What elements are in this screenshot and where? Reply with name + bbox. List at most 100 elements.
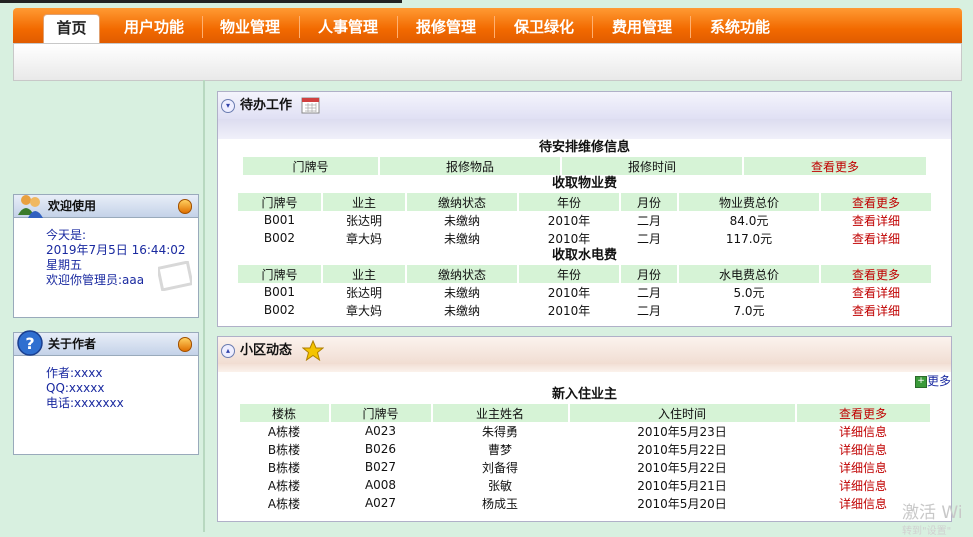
top-line <box>0 0 402 3</box>
col-header: 门牌号 <box>330 404 431 422</box>
detail-info-link[interactable]: 详细信息 <box>797 476 930 494</box>
nav-separator <box>592 16 593 38</box>
todo-panel-title: 待办工作 <box>240 98 293 113</box>
tab-home[interactable]: 首页 <box>43 14 100 45</box>
cell: 二月 <box>636 231 661 246</box>
activation-watermark: 激活 Wi <box>902 503 963 523</box>
cell: 未缴纳 <box>443 231 480 246</box>
cell: 张敏 <box>487 478 512 493</box>
cell: 84.0元 <box>729 213 769 228</box>
detail-info-link[interactable]: 详细信息 <box>797 440 930 458</box>
more-link-label: 更多 <box>926 374 951 388</box>
more-link[interactable]: + 更多 <box>914 372 951 389</box>
col-header: 业主 <box>323 265 405 283</box>
cell: A023 <box>364 424 397 438</box>
author-box-body: 作者:xxxx QQ:xxxxx 电话:xxxxxxx <box>14 356 198 411</box>
cell: 2010年5月22日 <box>637 442 727 457</box>
author-name: 作者:xxxx <box>46 366 103 380</box>
cell: 7.0元 <box>733 303 765 318</box>
cell: 未缴纳 <box>443 285 480 300</box>
col-header: 报修物品 <box>380 157 560 175</box>
repair-table: 门牌号 报修物品 报修时间 查看更多 <box>241 157 928 175</box>
cell: 张达明 <box>345 285 382 300</box>
view-more-link[interactable]: 查看更多 <box>821 193 931 211</box>
cell: 刘备得 <box>481 460 518 475</box>
todo-panel: ▾ 待办工作 待安排维修信息 门牌号 报修物品 报修时间 查看更多 收取物业费 … <box>217 91 952 327</box>
cell: B027 <box>364 460 397 474</box>
welcome-box-title: 欢迎使用 <box>48 199 97 213</box>
cell: B001 <box>263 285 296 299</box>
news-panel-header: ▴ 小区动态 <box>218 337 951 364</box>
cell: A栋楼 <box>267 424 301 439</box>
sub-toolbar <box>13 43 962 81</box>
collapse-chevron-icon[interactable]: ▴ <box>221 344 235 358</box>
cell: A027 <box>364 496 397 510</box>
view-detail-link[interactable]: 查看详细 <box>821 211 931 229</box>
cell: 5.0元 <box>733 285 765 300</box>
author-box: ? 关于作者 作者:xxxx QQ:xxxxx 电话:xxxxxxx <box>13 330 199 455</box>
nav-separator <box>299 16 300 38</box>
cell: 2010年5月23日 <box>637 424 727 439</box>
view-detail-link[interactable]: 查看详细 <box>821 229 931 247</box>
author-box-title: 关于作者 <box>48 337 97 351</box>
cell: 章大妈 <box>345 231 382 246</box>
nav-separator <box>397 16 398 38</box>
property-fee-table: 门牌号 业主 缴纳状态 年份 月份 物业费总价 查看更多 B001 张达明 未缴… <box>236 193 933 247</box>
tab-fee-management[interactable]: 费用管理 <box>601 14 683 40</box>
author-qq: QQ:xxxxx <box>46 381 105 395</box>
col-header: 门牌号 <box>243 157 378 175</box>
cell: 未缴纳 <box>443 213 480 228</box>
cell: 未缴纳 <box>443 303 480 318</box>
view-detail-link[interactable]: 查看详细 <box>821 283 931 301</box>
cell: 曹梦 <box>487 442 512 457</box>
cell: 2010年 <box>547 231 591 246</box>
collapse-toggle-icon[interactable] <box>178 337 192 352</box>
cell: 2010年5月20日 <box>637 496 727 511</box>
cell: 2010年5月22日 <box>637 460 727 475</box>
tab-hr-management[interactable]: 人事管理 <box>307 14 389 40</box>
col-header: 业主 <box>323 193 405 211</box>
col-header: 入住时间 <box>569 404 795 422</box>
cell: 117.0元 <box>725 231 773 246</box>
view-more-link[interactable]: 查看更多 <box>796 404 930 422</box>
collapse-toggle-icon[interactable] <box>178 199 192 214</box>
table-row: A栋楼 A023 朱得勇 2010年5月23日 详细信息 <box>240 422 930 440</box>
tab-repair-management[interactable]: 报修管理 <box>405 14 487 40</box>
main-nav: 首页 用户功能 物业管理 人事管理 报修管理 保卫绿化 费用管理 系统功能 <box>13 8 962 45</box>
activation-watermark-sub: 转到"设置" <box>902 526 952 537</box>
calendar-icon <box>301 97 320 114</box>
table-row: A栋楼 A008 张敏 2010年5月21日 详细信息 <box>240 476 930 494</box>
cell: 章大妈 <box>345 303 382 318</box>
cell: A栋楼 <box>267 478 301 493</box>
tab-system-functions[interactable]: 系统功能 <box>699 14 781 40</box>
view-more-link[interactable]: 查看更多 <box>744 157 926 175</box>
view-detail-link[interactable]: 查看详细 <box>821 301 931 319</box>
col-header: 门牌号 <box>238 193 321 211</box>
cell: 2010年5月21日 <box>637 478 727 493</box>
table-row: A栋楼 A027 杨成玉 2010年5月20日 详细信息 <box>240 494 930 512</box>
cell: 杨成玉 <box>481 496 518 511</box>
utility-fee-table: 门牌号 业主 缴纳状态 年份 月份 水电费总价 查看更多 B001 张达明 未缴… <box>236 265 933 319</box>
star-icon <box>302 340 324 361</box>
tab-property-management[interactable]: 物业管理 <box>209 14 291 40</box>
cell: 张达明 <box>345 213 382 228</box>
cell: 2010年 <box>547 303 591 318</box>
tab-user-functions[interactable]: 用户功能 <box>113 14 195 40</box>
col-header: 年份 <box>519 193 619 211</box>
col-header: 月份 <box>621 193 677 211</box>
detail-info-link[interactable]: 详细信息 <box>797 458 930 476</box>
detail-info-link[interactable]: 详细信息 <box>797 422 930 440</box>
utility-fee-caption: 收取水电费 <box>551 248 617 263</box>
table-row: B002 章大妈 未缴纳 2010年 二月 7.0元 查看详细 <box>238 301 931 319</box>
view-more-link[interactable]: 查看更多 <box>821 265 931 283</box>
col-header: 缴纳状态 <box>407 193 517 211</box>
todo-panel-stripe <box>218 119 951 139</box>
film-icon <box>158 261 192 291</box>
property-fee-caption: 收取物业费 <box>551 176 617 191</box>
tab-security-greening[interactable]: 保卫绿化 <box>503 14 585 40</box>
todo-panel-header: ▾ 待办工作 <box>218 92 951 119</box>
collapse-chevron-icon[interactable]: ▾ <box>221 99 235 113</box>
cell: B001 <box>263 213 296 227</box>
cell: B002 <box>263 231 296 245</box>
cell: B栋楼 <box>267 460 301 475</box>
